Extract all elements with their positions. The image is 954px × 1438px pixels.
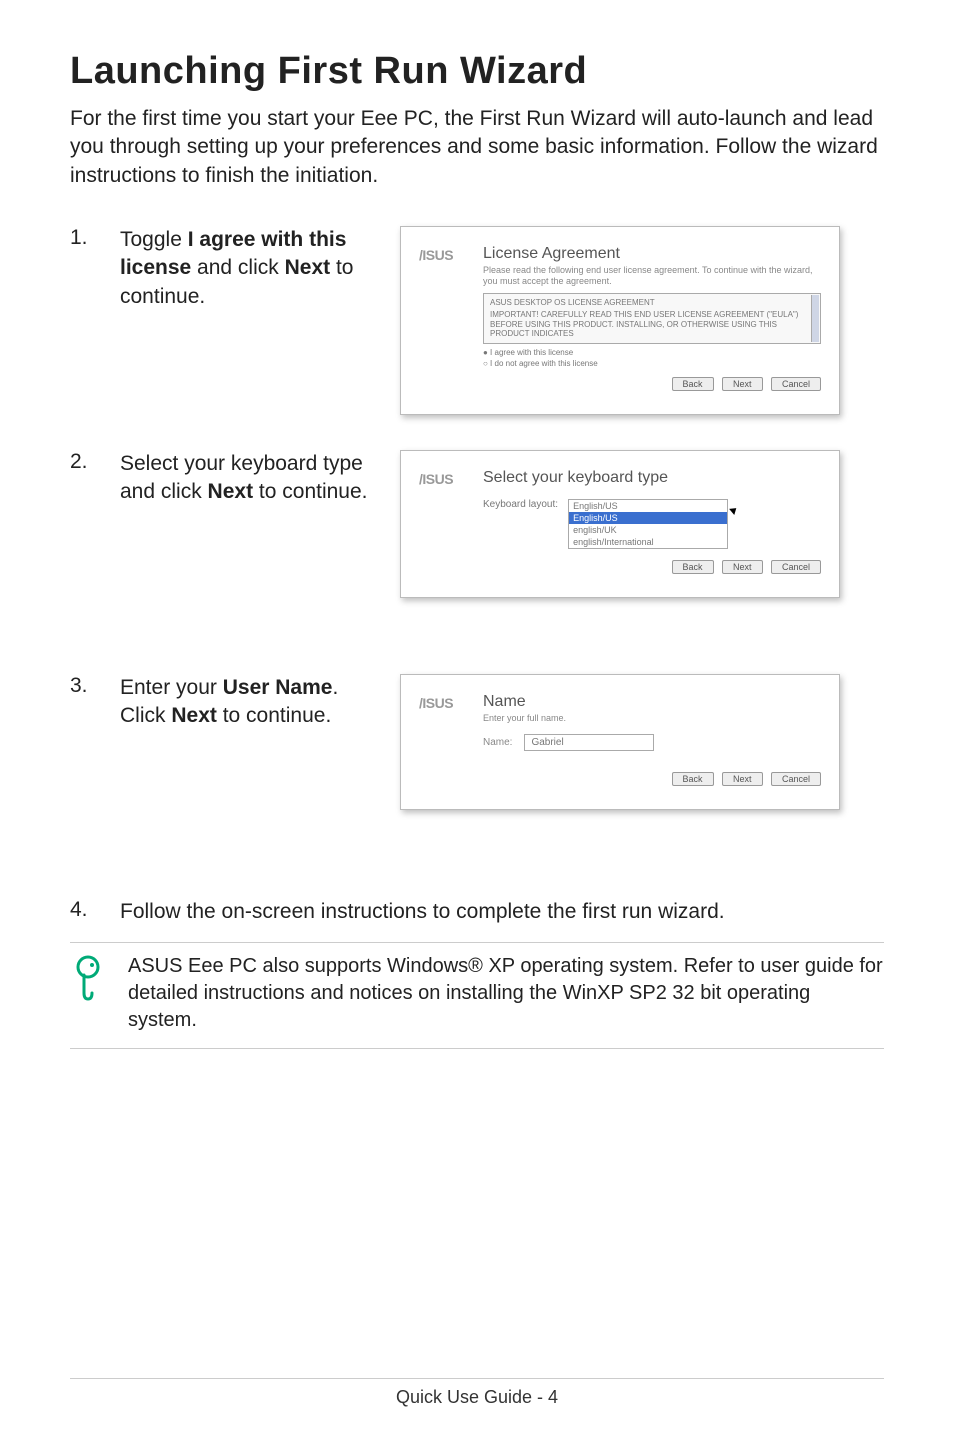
step-2: 2. Select your keyboard type and click N… (70, 450, 884, 640)
text-fragment: to continue. (217, 704, 331, 727)
screenshot-license: License Agreement Please read the follow… (400, 226, 840, 415)
note-text: ASUS Eee PC also supports Windows® XP op… (128, 953, 884, 1034)
dialog-title: Name (483, 693, 821, 711)
text-fragment: Toggle (120, 228, 188, 251)
step-number: 4. (70, 898, 120, 922)
keyboard-label: Keyboard layout: (483, 499, 558, 510)
text-bold: Next (208, 480, 254, 503)
back-button[interactable]: Back (672, 377, 714, 391)
license-textbox: ASUS DESKTOP OS LICENSE AGREEMENT IMPORT… (483, 293, 821, 344)
dialog-title: Select your keyboard type (483, 469, 821, 487)
kb-option[interactable]: english/UK (569, 524, 727, 536)
step-text: Follow the on-screen instructions to com… (120, 898, 884, 926)
license-line: IMPORTANT! CAREFULLY READ THIS END USER … (490, 310, 814, 339)
text-bold: User Name (223, 676, 333, 699)
kb-option-selected[interactable]: English/US (569, 512, 727, 524)
page-title: Launching First Run Wizard (70, 50, 884, 93)
dialog-subtitle: Enter your full name. (483, 713, 821, 724)
back-button[interactable]: Back (672, 772, 714, 786)
radio-agree[interactable]: ● I agree with this license (483, 348, 821, 357)
screenshot-keyboard: Select your keyboard type Keyboard layou… (400, 450, 840, 598)
next-button[interactable]: Next (722, 560, 763, 574)
text-fragment: and click (191, 256, 284, 279)
cancel-button[interactable]: Cancel (771, 377, 821, 391)
asus-logo (419, 693, 469, 711)
text-fragment: Enter your (120, 676, 223, 699)
kb-option[interactable]: english/International (569, 536, 727, 548)
intro-paragraph: For the first time you start your Eee PC… (70, 105, 884, 190)
cancel-button[interactable]: Cancel (771, 772, 821, 786)
keyboard-dropdown[interactable]: English/US English/US english/UK english… (568, 499, 728, 549)
step-number: 1. (70, 226, 120, 250)
step-4: 4. Follow the on-screen instructions to … (70, 898, 884, 926)
name-input[interactable]: Gabriel (524, 734, 654, 751)
name-label: Name: (483, 737, 512, 748)
page-footer: Quick Use Guide - 4 (70, 1378, 884, 1408)
step-number: 3. (70, 674, 120, 698)
cancel-button[interactable]: Cancel (771, 560, 821, 574)
step-3: 3. Enter your User Name. Click Next to c… (70, 674, 884, 864)
screenshot-name: Name Enter your full name. Name: Gabriel… (400, 674, 840, 810)
license-line: ASUS DESKTOP OS LICENSE AGREEMENT (490, 298, 814, 308)
text-fragment: to continue. (253, 480, 367, 503)
back-button[interactable]: Back (672, 560, 714, 574)
asus-logo (419, 469, 469, 487)
step-text: Enter your User Name. Click Next to cont… (120, 674, 400, 731)
tip-icon (70, 953, 110, 1008)
radio-disagree[interactable]: ○ I do not agree with this license (483, 359, 821, 368)
step-number: 2. (70, 450, 120, 474)
text-bold: Next (285, 256, 331, 279)
kb-option[interactable]: English/US (569, 500, 727, 512)
step-1: 1. Toggle I agree with this license and … (70, 226, 884, 416)
note-block: ASUS Eee PC also supports Windows® XP op… (70, 942, 884, 1049)
next-button[interactable]: Next (722, 377, 763, 391)
step-text: Toggle I agree with this license and cli… (120, 226, 400, 311)
next-button[interactable]: Next (722, 772, 763, 786)
asus-logo (419, 245, 469, 263)
dialog-subtitle: Please read the following end user licen… (483, 265, 821, 287)
scrollbar[interactable] (811, 295, 819, 342)
text-bold: Next (171, 704, 217, 727)
dialog-title: License Agreement (483, 245, 821, 263)
step-text: Select your keyboard type and click Next… (120, 450, 400, 507)
